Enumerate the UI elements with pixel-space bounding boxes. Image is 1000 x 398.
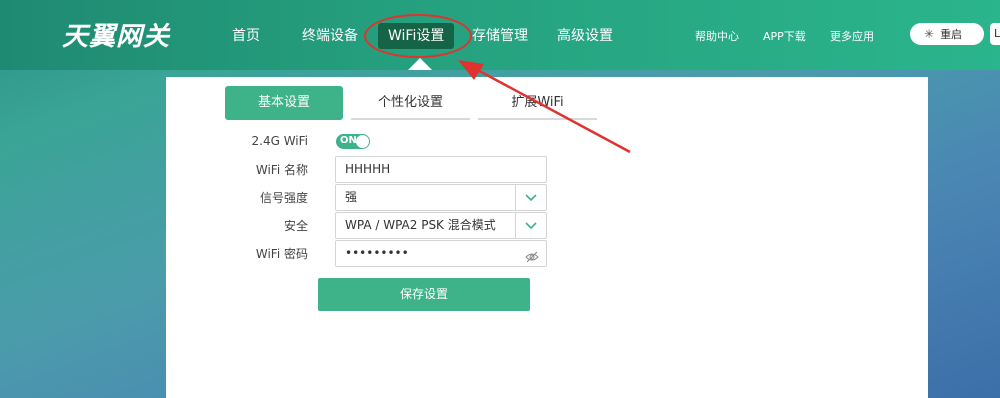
tab-basic-settings[interactable]: 基本设置 bbox=[225, 86, 343, 120]
tab-personalization[interactable]: 个性化设置 bbox=[351, 86, 470, 120]
wifi-band-label: 2.4G WiFi bbox=[251, 134, 309, 148]
signal-strength-label: 信号强度 bbox=[259, 191, 308, 205]
wifi-password-value[interactable]: ••••••••• bbox=[345, 246, 409, 260]
nav-item-devices[interactable]: 终端设备 bbox=[302, 23, 358, 49]
signal-strength-value: 强 bbox=[345, 190, 358, 204]
signal-strength-select[interactable]: 强 bbox=[335, 184, 547, 211]
wifi-name-field[interactable] bbox=[335, 156, 547, 183]
wifi-settings-panel: 基本设置 个性化设置 扩展WiFi 2.4G WiFi ON WiFi 名称 信… bbox=[166, 77, 928, 398]
restart-label: 重启 bbox=[940, 28, 963, 41]
wifi-toggle-switch[interactable]: ON bbox=[336, 134, 370, 149]
baidu-watermark-url: jingyan.baidu.com bbox=[770, 354, 909, 372]
nav-item-storage[interactable]: 存储管理 bbox=[472, 23, 528, 49]
wifi-password-field[interactable]: ••••••••• bbox=[335, 240, 547, 267]
toggle-on-text: ON bbox=[340, 135, 357, 146]
help-center-link[interactable]: 帮助中心 bbox=[695, 28, 739, 44]
security-label: 安全 bbox=[283, 219, 308, 233]
wifi-name-label: WiFi 名称 bbox=[255, 163, 308, 177]
brand-logo: 天翼网关 bbox=[62, 22, 171, 52]
baidu-watermark: Bai 经验 bbox=[760, 308, 901, 348]
nav-item-home[interactable]: 首页 bbox=[232, 23, 260, 49]
app-download-link[interactable]: APP下载 bbox=[763, 28, 806, 44]
loading-spinner-icon: ✳ bbox=[924, 27, 935, 41]
toggle-knob bbox=[356, 135, 369, 148]
right-edge-button[interactable]: L bbox=[990, 23, 1000, 45]
security-mode-value: WPA / WPA2 PSK 混合模式 bbox=[345, 218, 496, 232]
wifi-password-label: WiFi 密码 bbox=[255, 247, 308, 261]
tab-extend-wifi[interactable]: 扩展WiFi bbox=[478, 86, 597, 120]
more-apps-link[interactable]: 更多应用 bbox=[830, 28, 874, 44]
save-settings-button[interactable]: 保存设置 bbox=[318, 278, 530, 311]
security-mode-select[interactable]: WPA / WPA2 PSK 混合模式 bbox=[335, 212, 547, 239]
restart-button[interactable]: ✳ 重启 bbox=[910, 23, 984, 45]
active-nav-caret bbox=[408, 58, 432, 70]
annotation-circle bbox=[364, 14, 472, 58]
nav-item-advanced[interactable]: 高级设置 bbox=[557, 23, 613, 49]
chevron-down-icon[interactable] bbox=[515, 213, 546, 238]
top-navigation-bar: 天翼网关 首页 终端设备 WiFi设置 存储管理 高级设置 帮助中心 APP下载… bbox=[0, 0, 1000, 70]
eye-hidden-icon[interactable] bbox=[525, 247, 539, 263]
wifi-name-input[interactable] bbox=[345, 162, 505, 176]
chevron-down-icon[interactable] bbox=[515, 185, 546, 210]
